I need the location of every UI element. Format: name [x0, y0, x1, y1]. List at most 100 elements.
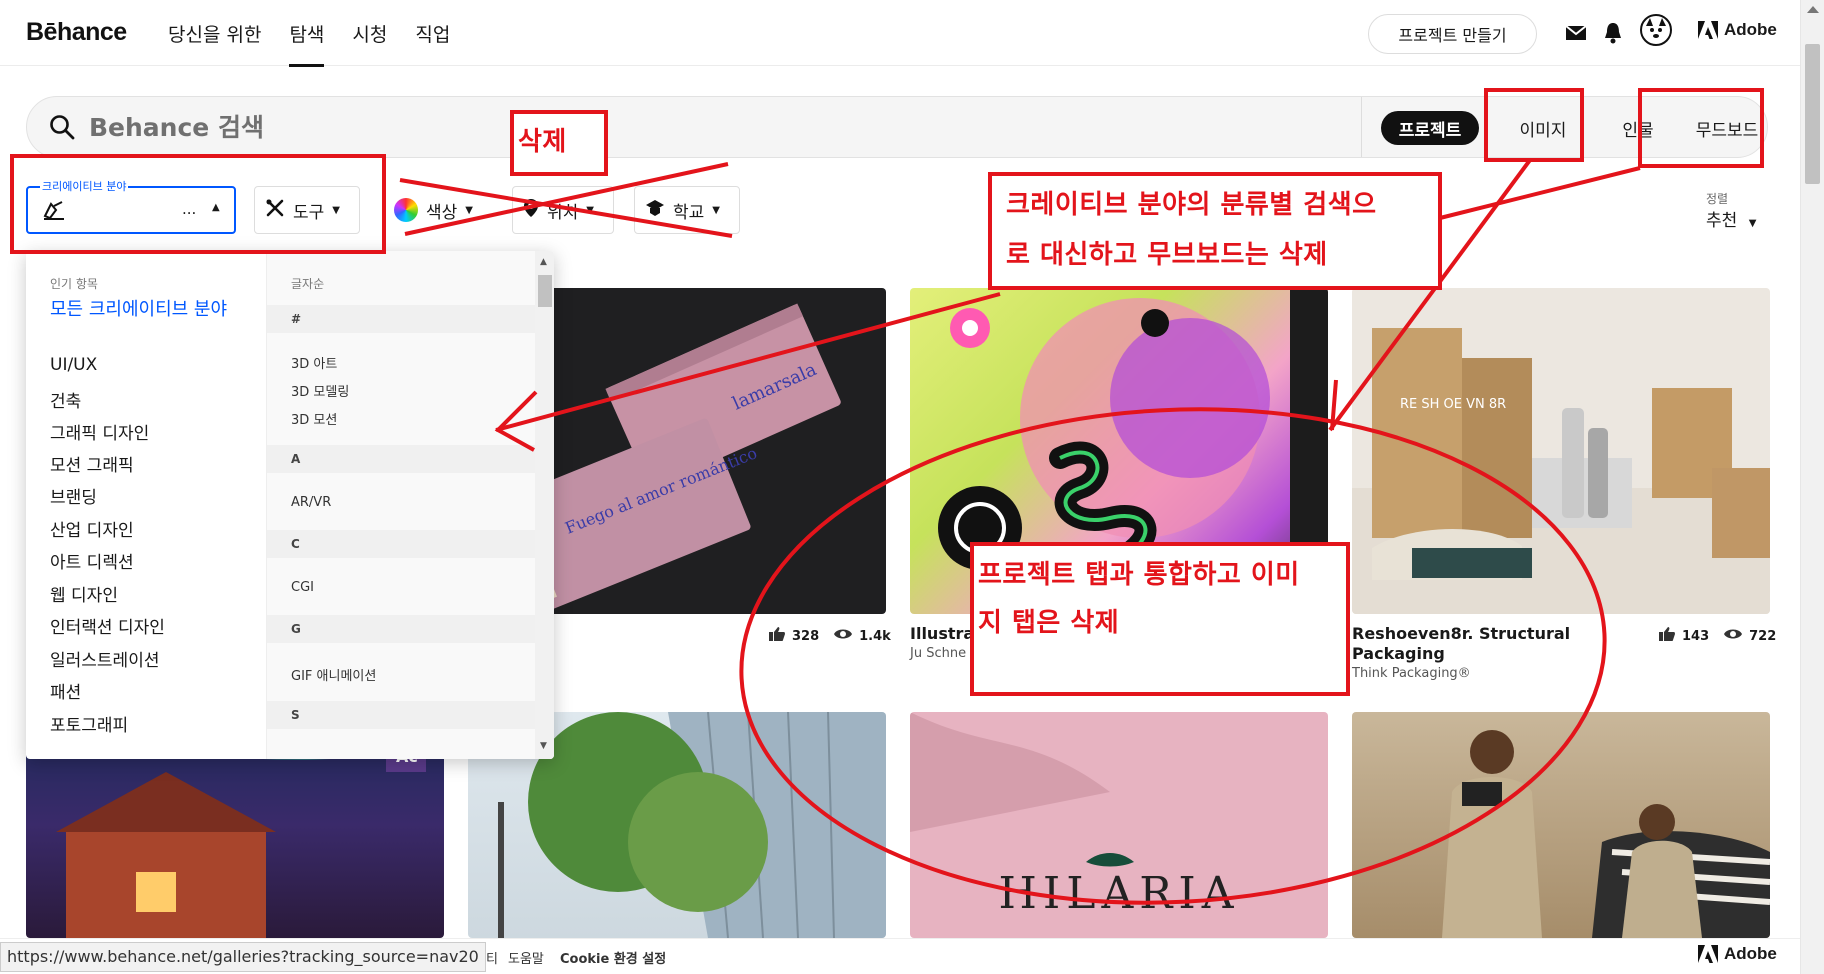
project-thumbnail[interactable]: HILARIA [910, 712, 1328, 938]
project-thumbnail[interactable] [1352, 712, 1770, 938]
footer-link-cookie[interactable]: Cookie 환경 설정 [560, 948, 666, 967]
main-nav: 당신을 위한 탐색 시청 직업 [154, 0, 464, 67]
card-owner[interactable]: Think Packaging® [1352, 666, 1471, 681]
annotation-project-line-1: 프로젝트 탭과 통합하고 이미 [978, 550, 1300, 600]
field-item[interactable]: CGI [291, 580, 314, 595]
annotation-box-category-tools [10, 154, 386, 254]
creative-field-dropdown: 인기 항목 모든 크리에이티브 분야 UI/UX 건축 그래픽 디자인 모션 그… [26, 251, 554, 759]
field-item[interactable]: 웹 디자인 [50, 581, 118, 606]
chevron-down-icon: ▼ [712, 204, 720, 216]
annotation-project-note: 프로젝트 탭과 통합하고 이미 지 탭은 삭제 [970, 542, 1350, 696]
eye-icon [1723, 627, 1743, 645]
annotation-project-line-2: 지 탭은 삭제 [978, 598, 1120, 648]
scroll-up-icon[interactable] [1807, 6, 1819, 13]
footer-link-help[interactable]: 도움말 [508, 948, 544, 967]
annotation-box-moodboard-tab [1638, 88, 1764, 168]
chevron-down-icon: ▼ [1748, 218, 1757, 229]
field-item[interactable]: 포토그래피 [50, 711, 128, 736]
field-item[interactable]: 3D 아트 [291, 353, 337, 372]
letter-header: A [267, 445, 535, 473]
box-mark: RE SH OE VN 8R [1400, 397, 1506, 412]
location-pin-icon [523, 198, 539, 223]
search-icon [49, 114, 75, 144]
school-filter-label: 학교 [673, 202, 705, 223]
chevron-down-icon: ▼ [465, 204, 473, 216]
adobe-label: Adobe [1724, 20, 1777, 39]
field-item[interactable]: 브랜딩 [50, 483, 97, 508]
bell-icon[interactable] [1600, 20, 1626, 46]
scroll-up-icon[interactable]: ▲ [540, 257, 547, 267]
field-item[interactable]: 그래픽 디자인 [50, 419, 149, 444]
project-thumbnail[interactable]: RE SH OE VN 8R [1352, 288, 1770, 614]
field-item[interactable]: 모션 그래픽 [50, 451, 134, 476]
view-count: 722 [1749, 628, 1777, 644]
letter-header: S [267, 701, 535, 729]
nav-jobs[interactable]: 직업 [401, 0, 464, 66]
packaging-artwork: RE SH OE VN 8R [1352, 328, 1770, 614]
location-filter[interactable]: 위치 ▼ [512, 186, 614, 234]
page-scrollbar[interactable] [1800, 0, 1824, 974]
graduation-cap-icon [645, 199, 665, 222]
card-stats: 328 1.4k [768, 626, 891, 646]
field-item[interactable]: 3D 모션 [291, 409, 337, 428]
sort-label: 정렬 [1706, 192, 1729, 206]
color-wheel-icon [394, 198, 418, 222]
tab-projects[interactable]: 프로젝트 [1381, 111, 1479, 145]
annotation-box-images-tab [1484, 88, 1584, 162]
field-item[interactable]: UI/UX [50, 355, 97, 375]
field-item[interactable]: 인터랙션 디자인 [50, 613, 165, 638]
like-count: 143 [1682, 628, 1710, 644]
card-owner[interactable]: Ju Schne [910, 646, 966, 661]
field-item-all[interactable]: 모든 크리에이티브 분야 [50, 299, 240, 321]
annotation-category-note: 크레이티브 분야의 분류별 검색으 로 대신하고 무브보드는 삭제 [988, 172, 1442, 290]
pink-brand: HILARIA [998, 868, 1239, 919]
mail-icon[interactable] [1563, 20, 1589, 46]
search-input[interactable] [89, 107, 1339, 147]
school-filter[interactable]: 학교 ▼ [634, 186, 740, 234]
footer-adobe-link[interactable]: Adobe [1698, 944, 1777, 964]
footer-link[interactable]: 티 [486, 948, 498, 967]
behance-logo[interactable]: Bēhance [26, 18, 127, 47]
eye-icon [833, 627, 853, 645]
annotation-delete-box: 삭제 [510, 110, 608, 176]
location-filter-label: 위치 [547, 202, 579, 223]
hilaria-artwork: HILARIA [910, 712, 1239, 919]
field-item[interactable]: GIF 애니메이션 [291, 665, 376, 684]
search-divider [1361, 97, 1362, 157]
chevron-down-icon: ▼ [586, 204, 594, 216]
view-count: 1.4k [859, 628, 891, 644]
popular-fields-column: 인기 항목 모든 크리에이티브 분야 UI/UX 건축 그래픽 디자인 모션 그… [26, 251, 266, 759]
adobe-label: Adobe [1724, 944, 1777, 963]
field-item[interactable]: 건축 [50, 387, 81, 412]
field-item[interactable]: AR/VR [291, 495, 331, 510]
nav-watch[interactable]: 시청 [338, 0, 401, 66]
color-filter[interactable]: 색상 ▼ [384, 186, 486, 234]
annotation-category-line-2: 로 대신하고 무브보드는 삭제 [1006, 230, 1328, 280]
letter-header: C [267, 530, 535, 558]
status-url: https://www.behance.net/galleries?tracki… [0, 942, 486, 972]
sort-select[interactable]: 추천 ▼ [1706, 206, 1756, 231]
avatar[interactable] [1640, 14, 1672, 46]
field-item[interactable]: 아트 디렉션 [50, 548, 134, 573]
field-item[interactable]: 일러스트레이션 [50, 646, 159, 671]
top-navigation: Bēhance 당신을 위한 탐색 시청 직업 프로젝트 만들기 Adobe [0, 0, 1800, 67]
alphabetical-fields-column: 글자순 # 3D 아트 3D 모델링 3D 모션 A AR/VR C CGI G… [266, 251, 554, 759]
scroll-thumb[interactable] [1805, 44, 1820, 184]
like-count: 328 [792, 628, 820, 644]
field-item[interactable]: 3D 모델링 [291, 381, 349, 400]
annotation-category-line-1: 크레이티브 분야의 분류별 검색으 [1006, 180, 1377, 230]
create-project-button[interactable]: 프로젝트 만들기 [1368, 14, 1537, 54]
popular-heading: 인기 항목 [50, 277, 98, 291]
field-item[interactable]: 산업 디자인 [50, 516, 134, 541]
adobe-link[interactable]: Adobe [1698, 20, 1777, 40]
letter-header: # [267, 305, 535, 333]
card-title[interactable]: Reshoeven8r. Structural Packaging [1352, 624, 1592, 664]
dropdown-scroll-thumb[interactable] [538, 275, 552, 307]
dropdown-scrollbar[interactable]: ▲ ▼ [535, 251, 554, 759]
scroll-down-icon[interactable]: ▼ [540, 741, 547, 751]
photography-artwork [1442, 730, 1770, 938]
field-item[interactable]: 패션 [50, 678, 81, 703]
nav-for-you[interactable]: 당신을 위한 [154, 0, 275, 66]
thumbs-up-icon [1658, 626, 1676, 646]
nav-explore[interactable]: 탐색 [275, 0, 338, 67]
